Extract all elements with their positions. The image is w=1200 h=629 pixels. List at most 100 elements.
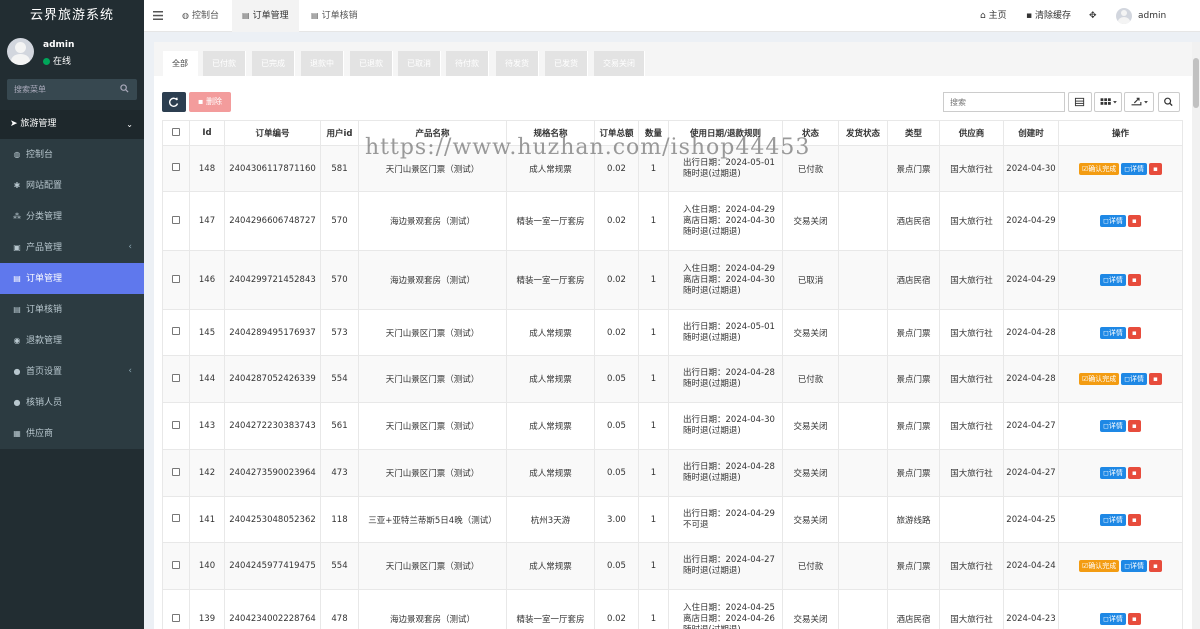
sidebar-item-5[interactable]: ▤ 订单核销 xyxy=(0,294,144,325)
row-delete-button[interactable]: ▪ xyxy=(1127,513,1141,526)
row-delete-button[interactable]: ▪ xyxy=(1127,215,1141,227)
sidebar-section-header[interactable]: ➤ 旅游管理 ⌄ xyxy=(0,110,144,139)
confirm-label: 确认完成 xyxy=(1088,562,1117,570)
row-checkbox[interactable] xyxy=(172,560,180,569)
column-header[interactable]: 发货状态 xyxy=(838,120,888,146)
scrollbar-thumb[interactable] xyxy=(1193,58,1199,108)
detail-button[interactable]: ◻详情 xyxy=(1100,420,1126,432)
sidebar-item-9[interactable]: ▦ 供应商 xyxy=(0,418,144,449)
advanced-search-button[interactable] xyxy=(1158,92,1180,112)
row-delete-button[interactable]: ▪ xyxy=(1127,467,1141,479)
clear-cache-button[interactable]: ▪ 清除缓存 xyxy=(1026,0,1071,32)
cell-status: 交易关闭 xyxy=(782,191,839,251)
sidebar-item-3[interactable]: ▣ 产品管理 ‹ xyxy=(0,232,144,263)
sidebar-item-6[interactable]: ◉ 退款管理 xyxy=(0,325,144,356)
tab-1[interactable]: ▤ 订单管理 xyxy=(232,0,299,32)
menu-toggle-icon[interactable] xyxy=(153,10,163,21)
column-header[interactable]: 操作 xyxy=(1058,120,1183,146)
tab-2[interactable]: ▤ 订单核销 xyxy=(301,0,368,32)
export-button[interactable] xyxy=(1124,92,1154,112)
column-header[interactable]: Id xyxy=(189,120,225,146)
row-checkbox[interactable] xyxy=(172,163,180,171)
detail-button[interactable]: ◻详情 xyxy=(1121,162,1148,175)
send-icon: ➤ xyxy=(10,119,18,129)
row-checkbox[interactable] xyxy=(172,467,180,476)
row-delete-button[interactable]: ▪ xyxy=(1127,274,1141,286)
fullscreen-button[interactable]: ✥ xyxy=(1089,0,1097,32)
filter-tab-4[interactable]: 已退款 xyxy=(350,51,393,76)
column-header[interactable]: 创建时 xyxy=(1003,120,1059,146)
sidebar-item-1[interactable]: ✱ 网站配置 xyxy=(0,170,144,201)
row-checkbox[interactable] xyxy=(172,215,180,224)
scrollbar[interactable] xyxy=(1192,42,1200,629)
row-checkbox[interactable] xyxy=(172,327,180,335)
detail-button[interactable]: ◻详情 xyxy=(1121,560,1148,572)
filter-tab-5[interactable]: 已取消 xyxy=(398,51,441,76)
rule-line: 入住日期：2024-04-25 xyxy=(683,602,775,613)
row-checkbox[interactable] xyxy=(172,274,180,283)
detail-button[interactable]: ◻详情 xyxy=(1121,373,1148,385)
filter-tab-0[interactable]: 全部 xyxy=(163,51,198,76)
column-header[interactable]: 订单编号 xyxy=(224,120,321,146)
sidebar-item-4[interactable]: ▤ 订单管理 xyxy=(0,263,144,294)
column-header[interactable]: 状态 xyxy=(782,120,839,146)
top-user-name[interactable]: admin xyxy=(1138,0,1166,32)
column-header[interactable]: 数量 xyxy=(638,120,669,146)
filter-tab-2[interactable]: 已完成 xyxy=(252,51,295,76)
sidebar-item-2[interactable]: ⁂ 分类管理 xyxy=(0,201,144,232)
refresh-button[interactable] xyxy=(162,92,186,112)
columns-button[interactable] xyxy=(1094,92,1122,112)
detail-button[interactable]: ◻详情 xyxy=(1100,613,1126,625)
filter-tab-8[interactable]: 已发货 xyxy=(545,51,588,76)
column-header[interactable]: 供应商 xyxy=(939,120,1004,146)
user-panel: admin 在线 xyxy=(0,32,144,72)
detail-button[interactable]: ◻详情 xyxy=(1100,274,1126,286)
column-header[interactable]: 订单总额 xyxy=(594,120,639,146)
sidebar-item-8[interactable]: ● 核销人员 xyxy=(0,387,144,418)
column-header[interactable]: 类型 xyxy=(887,120,940,146)
cell-order-no: 2404272230383743 xyxy=(224,402,321,450)
confirm-button[interactable]: ☑确认完成 xyxy=(1078,162,1120,175)
filter-tab-3[interactable]: 退款中 xyxy=(301,51,344,76)
column-header[interactable]: 产品名称 xyxy=(358,120,507,146)
search-icon[interactable] xyxy=(120,84,129,93)
row-checkbox[interactable] xyxy=(172,373,180,382)
detail-button[interactable]: ◻详情 xyxy=(1100,467,1126,479)
delete-button[interactable]: ▪ 删除 xyxy=(189,92,231,112)
detail-button[interactable]: ◻详情 xyxy=(1100,513,1126,526)
row-delete-button[interactable]: ▪ xyxy=(1149,373,1163,385)
toggle-view-button[interactable] xyxy=(1068,92,1092,112)
row-select-cell xyxy=(162,496,190,543)
row-checkbox[interactable] xyxy=(172,613,180,622)
cell-ship xyxy=(838,542,888,590)
rule-line: 出行日期：2024-04-28 xyxy=(683,462,775,472)
select-all-checkbox[interactable] xyxy=(172,127,180,136)
app-title: 云界旅游系统 xyxy=(0,0,144,32)
table-search-input[interactable] xyxy=(944,93,1062,111)
confirm-button[interactable]: ☑确认完成 xyxy=(1078,373,1120,385)
detail-button[interactable]: ◻详情 xyxy=(1100,326,1126,339)
row-checkbox[interactable] xyxy=(172,514,180,522)
filter-tab-7[interactable]: 待发货 xyxy=(496,51,539,76)
row-checkbox[interactable] xyxy=(172,420,180,429)
menu-search-input[interactable] xyxy=(7,79,117,100)
home-link[interactable]: ⌂ 主页 xyxy=(980,0,1007,32)
column-header[interactable]: 使用日期/退款规则 xyxy=(668,120,783,146)
filter-tab-6[interactable]: 待付款 xyxy=(446,51,489,76)
row-delete-button[interactable]: ▪ xyxy=(1127,326,1141,339)
sidebar-item-7[interactable]: ● 首页设置 ‹ xyxy=(0,356,144,387)
column-header[interactable]: 规格名称 xyxy=(506,120,595,146)
filter-tab-9[interactable]: 交易关闭 xyxy=(594,51,645,76)
filter-tab-1[interactable]: 已付款 xyxy=(203,51,246,76)
tab-0[interactable]: ◍ 控制台 xyxy=(172,0,229,32)
detail-button[interactable]: ◻详情 xyxy=(1100,215,1126,227)
sidebar-item-0[interactable]: ◍ 控制台 xyxy=(0,139,144,170)
row-delete-button[interactable]: ▪ xyxy=(1149,560,1163,572)
row-delete-button[interactable]: ▪ xyxy=(1127,613,1141,625)
confirm-button[interactable]: ☑确认完成 xyxy=(1078,560,1120,572)
cell-supplier: 国大旅行社 xyxy=(939,402,1004,450)
column-header[interactable]: 用户id xyxy=(320,120,359,146)
row-delete-button[interactable]: ▪ xyxy=(1149,162,1163,175)
top-avatar[interactable] xyxy=(1116,8,1132,24)
row-delete-button[interactable]: ▪ xyxy=(1127,420,1141,432)
